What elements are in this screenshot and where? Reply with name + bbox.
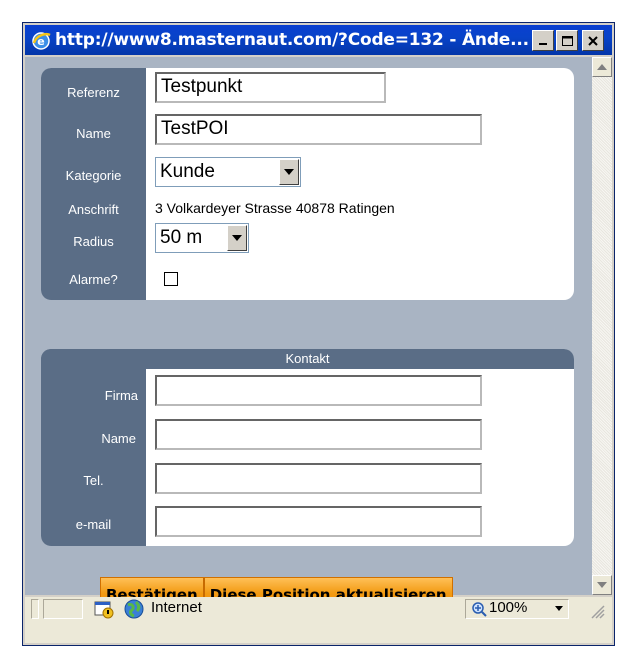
referenz-label: Referenz — [67, 85, 120, 100]
dropdown-arrow-icon — [284, 169, 294, 175]
maximize-icon — [561, 35, 573, 46]
kontakt-heading: Kontakt — [41, 349, 574, 369]
dropdown-arrow-icon — [232, 235, 242, 241]
close-button[interactable] — [582, 30, 604, 51]
referenz-input[interactable]: Testpunkt — [155, 72, 386, 103]
tel-label: Tel. — [83, 473, 104, 488]
kategorie-value: Kunde — [160, 161, 215, 182]
tel-input[interactable] — [155, 463, 482, 494]
status-cell-empty — [43, 599, 83, 619]
browser-window: e http://www8.masternaut.com/?Code=132 -… — [22, 22, 615, 646]
title-bar[interactable]: e http://www8.masternaut.com/?Code=132 -… — [25, 25, 612, 55]
scroll-down-button[interactable] — [592, 575, 612, 595]
kategorie-dropdown-button[interactable] — [279, 159, 299, 185]
vertical-scrollbar[interactable] — [592, 57, 612, 595]
kategorie-label: Kategorie — [65, 168, 122, 183]
name-input[interactable]: TestPOI — [155, 114, 482, 145]
status-cell-progress — [31, 599, 39, 619]
email-input[interactable] — [155, 506, 482, 537]
zoom-dropdown-icon[interactable] — [555, 606, 563, 611]
details-label-column — [41, 68, 146, 300]
window-title: http://www8.masternaut.com/?Code=132 - Ä… — [55, 30, 529, 50]
alarme-checkbox[interactable] — [164, 272, 178, 286]
maximize-button[interactable] — [556, 30, 578, 51]
scroll-down-icon — [597, 582, 607, 588]
scroll-up-button[interactable] — [592, 57, 612, 77]
radius-dropdown-button[interactable] — [227, 225, 247, 251]
alarme-label: Alarme? — [69, 272, 118, 287]
globe-icon — [124, 599, 144, 619]
kontakt-name-label: Name — [101, 431, 136, 446]
close-icon — [588, 35, 598, 46]
kontakt-name-input[interactable] — [155, 419, 482, 450]
radius-value: 50 m — [160, 227, 203, 248]
ie-icon: e — [32, 32, 51, 50]
security-zone-label: Internet — [151, 599, 202, 616]
anschrift-value: 3 Volkardeyer Strasse 40878 Ratingen — [155, 200, 395, 216]
email-label: e-mail — [75, 517, 112, 532]
minimize-button[interactable] — [532, 30, 554, 51]
status-bar: Internet 100% — [25, 597, 612, 643]
resize-grip-icon[interactable] — [589, 603, 605, 619]
details-panel: Referenz Testpunkt Name TestPOI Kategori… — [41, 68, 574, 300]
kontakt-panel: Kontakt Firma Name Tel. e-mail — [41, 349, 574, 546]
anschrift-label: Anschrift — [68, 202, 119, 217]
page-content: Referenz Testpunkt Name TestPOI Kategori… — [25, 57, 592, 613]
firma-input[interactable] — [155, 375, 482, 406]
zoom-level[interactable]: 100% — [489, 599, 527, 616]
security-lock-icon — [94, 601, 114, 619]
radius-select[interactable]: 50 m — [155, 223, 249, 253]
firma-label: Firma — [104, 388, 138, 403]
kategorie-select[interactable]: Kunde — [155, 157, 301, 187]
name-label: Name — [76, 126, 111, 141]
radius-label: Radius — [73, 234, 114, 249]
scroll-up-icon — [597, 64, 607, 70]
minimize-icon — [539, 42, 547, 45]
zoom-icon — [472, 602, 487, 617]
svg-text:e: e — [37, 35, 44, 48]
